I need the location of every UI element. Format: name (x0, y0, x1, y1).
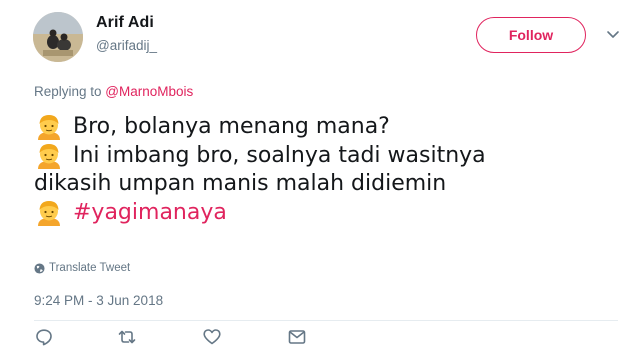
replying-to-label: Replying to (34, 84, 106, 99)
person-emoji-icon (38, 200, 60, 226)
translate-tweet-button[interactable]: Translate Tweet (34, 262, 130, 274)
globe-icon (34, 262, 45, 274)
tweet-line-text: Ini imbang bro, soalnya tadi wasitnya (73, 142, 486, 168)
direct-message-icon[interactable] (287, 327, 307, 347)
tweet-timestamp[interactable]: 9:24 PM - 3 Jun 2018 (34, 293, 163, 308)
tweet-text: Bro, bolanya menang mana? Ini imbang bro… (34, 113, 614, 227)
hashtag-link[interactable]: #yagimanaya (73, 199, 227, 228)
tweet-line: #yagimanaya (34, 199, 614, 228)
display-name[interactable]: Arif Adi (96, 14, 154, 32)
person-emoji-icon (38, 115, 60, 141)
tweet-line-text: dikasih umpan manis malah didiemin (34, 171, 447, 196)
tweet-line: Bro, bolanya menang mana? (34, 113, 614, 142)
retweet-icon[interactable] (117, 327, 137, 347)
avatar-photo-icon (33, 12, 83, 62)
avatar[interactable] (33, 12, 83, 62)
like-icon[interactable] (202, 327, 222, 347)
tweet-line: dikasih umpan manis malah didiemin (34, 170, 614, 199)
chevron-down-icon[interactable] (605, 29, 621, 41)
tweet-line: Ini imbang bro, soalnya tadi wasitnya (34, 142, 614, 171)
reply-icon[interactable] (34, 327, 54, 347)
replying-to: Replying to @MarnoMbois (34, 84, 193, 99)
translate-tweet-label: Translate Tweet (49, 262, 131, 274)
divider (34, 320, 618, 321)
username[interactable]: @arifadij_ (96, 38, 157, 53)
follow-button[interactable]: Follow (476, 17, 586, 53)
person-emoji-icon (38, 143, 60, 169)
tweet-line-text: Bro, bolanya menang mana? (73, 114, 390, 139)
reply-mention-link[interactable]: @MarnoMbois (105, 84, 193, 99)
